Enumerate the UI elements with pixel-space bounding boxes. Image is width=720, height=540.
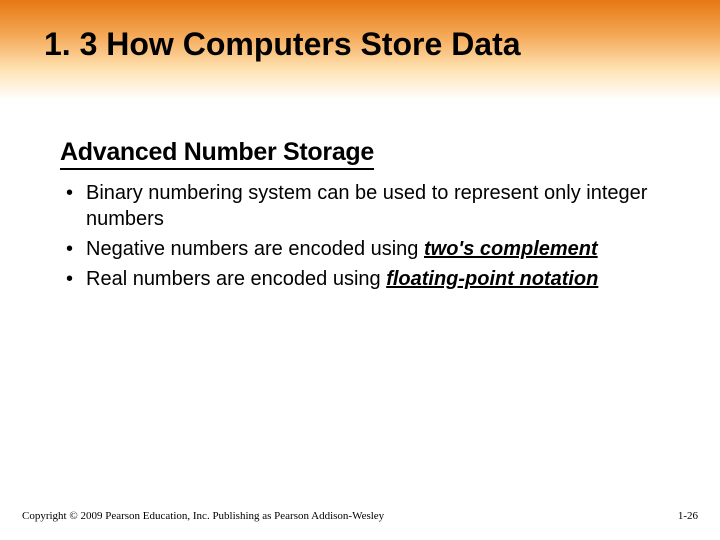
bullet-list: Binary numbering system can be used to r…: [66, 180, 660, 292]
bullet-text: Real numbers are encoded using: [86, 268, 386, 290]
section-subtitle: Advanced Number Storage: [60, 138, 374, 170]
slide-title: 1. 3 How Computers Store Data: [44, 26, 521, 63]
page-number: 1-26: [678, 510, 698, 522]
content-area: Advanced Number Storage Binary numbering…: [60, 138, 660, 296]
bullet-item: Real numbers are encoded using floating-…: [66, 266, 660, 292]
bullet-item: Negative numbers are encoded using two's…: [66, 236, 660, 262]
footer: Copyright © 2009 Pearson Education, Inc.…: [22, 510, 698, 522]
bullet-term: two's complement: [424, 238, 598, 260]
bullet-term: floating-point notation: [386, 268, 598, 290]
bullet-text: Negative numbers are encoded using: [86, 238, 424, 260]
bullet-text: Binary numbering system can be used to r…: [86, 182, 647, 230]
bullet-item: Binary numbering system can be used to r…: [66, 180, 660, 232]
copyright-text: Copyright © 2009 Pearson Education, Inc.…: [22, 510, 384, 522]
